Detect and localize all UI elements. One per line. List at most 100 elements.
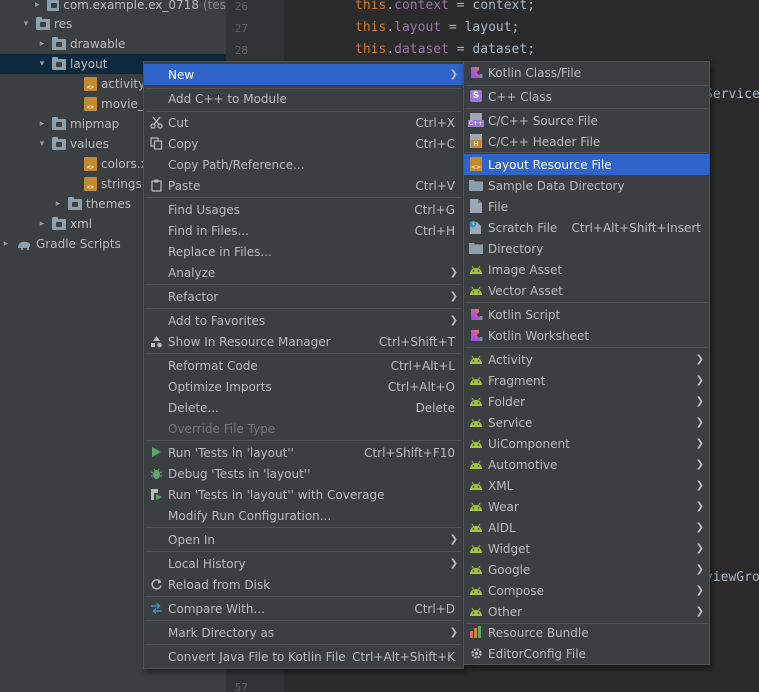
- main_menu-item-add-c-to-module[interactable]: Add C++ to Module: [144, 88, 463, 109]
- sub_menu-item-folder[interactable]: Folder ❯: [464, 391, 709, 412]
- menu-item-label: File: [488, 199, 509, 214]
- main_menu-item-refactor[interactable]: Refactor ❯: [144, 286, 463, 307]
- line-number: 27: [234, 22, 248, 35]
- sub_menu-item-vector-asset[interactable]: Vector Asset: [464, 280, 709, 301]
- sub_menu-item-editorconfig-file[interactable]: EditorConfig File: [464, 643, 709, 664]
- main_menu-item-run-tests-in-layout[interactable]: Run 'Tests in 'layout'' Ctrl+Shift+F10: [144, 442, 463, 463]
- sub_menu-item-c-c-header-file[interactable]: H C/C++ Header File: [464, 131, 709, 152]
- sub_menu-item-other[interactable]: Other ❯: [464, 601, 709, 622]
- sub_menu-item-c-class[interactable]: S C++ Class: [464, 86, 709, 107]
- main_menu-item-run-tests-in-layout-with-coverage[interactable]: Run 'Tests in 'layout'' with Coverage: [144, 484, 463, 505]
- collapsed-arrow-icon[interactable]: ▸: [36, 38, 48, 50]
- sub_menu-item-image-asset[interactable]: Image Asset: [464, 259, 709, 280]
- menu-item-label: Modify Run Configuration...: [168, 508, 332, 523]
- collapsed-arrow-icon[interactable]: ▸: [0, 238, 12, 250]
- menu-item-label: Compose: [488, 583, 545, 598]
- main_menu-item-replace-in-files[interactable]: Replace in Files...: [144, 241, 463, 262]
- sub_menu-item-widget[interactable]: Widget ❯: [464, 538, 709, 559]
- main_menu-item-copy-path-reference[interactable]: Copy Path/Reference...: [144, 154, 463, 175]
- code-fragment-service: Service: [705, 87, 759, 102]
- tree-item-drawable[interactable]: ▸ drawable: [0, 34, 226, 54]
- submenu-arrow-icon: ❯: [695, 543, 704, 554]
- line-number: 28: [234, 44, 248, 57]
- sub_menu-item-kotlin-worksheet[interactable]: Kotlin Worksheet: [464, 325, 709, 346]
- tree-item-com-example-ex-0718[interactable]: ▸ com.example.ex_0718 (tes: [0, 0, 226, 15]
- menu-item-label: Folder: [488, 394, 526, 409]
- resource-bundle-icon: [469, 625, 483, 639]
- sub_menu-item-scratch-file[interactable]: Scratch File Ctrl+Alt+Shift+Insert: [464, 217, 709, 238]
- menu-separator: [465, 347, 708, 348]
- menu-item-label: UiComponent: [488, 436, 570, 451]
- main_menu-item-local-history[interactable]: Local History ❯: [144, 553, 463, 574]
- menu-item-label: Local History: [168, 556, 246, 571]
- submenu-arrow-icon: ❯: [695, 606, 704, 617]
- sub_menu-item-kotlin-script[interactable]: Kotlin Script: [464, 304, 709, 325]
- main_menu-item-optimize-imports[interactable]: Optimize Imports Ctrl+Alt+O: [144, 376, 463, 397]
- main_menu-item-cut[interactable]: Cut Ctrl+X: [144, 112, 463, 133]
- main_menu-item-paste[interactable]: Paste Ctrl+V: [144, 175, 463, 196]
- collapsed-arrow-icon[interactable]: ▸: [32, 0, 43, 11]
- main_menu-item-reformat-code[interactable]: Reformat Code Ctrl+Alt+L: [144, 355, 463, 376]
- sub_menu-item-sample-data-directory[interactable]: Sample Data Directory: [464, 175, 709, 196]
- sub_menu-item-wear[interactable]: Wear ❯: [464, 496, 709, 517]
- menu-item-shortcut: Ctrl+C: [415, 136, 455, 151]
- main_menu-item-open-in[interactable]: Open In ❯: [144, 529, 463, 550]
- main_menu-item-find-in-files[interactable]: Find in Files... Ctrl+H: [144, 220, 463, 241]
- layout-xml-file-icon: <>: [469, 157, 483, 171]
- main_menu-item-show-in-resource-manager[interactable]: Show In Resource Manager Ctrl+Shift+T: [144, 331, 463, 352]
- menu-item-shortcut: Ctrl+Alt+L: [390, 358, 455, 373]
- code-fragment-viewgroup: viewGro: [705, 570, 759, 585]
- collapsed-arrow-icon[interactable]: ▸: [52, 198, 64, 210]
- expanded-arrow-icon[interactable]: ▾: [20, 18, 32, 30]
- sub_menu-item-file[interactable]: File: [464, 196, 709, 217]
- tree-item-res[interactable]: ▾ res: [0, 14, 226, 34]
- folder-icon: [46, 0, 60, 11]
- sub_menu-item-directory[interactable]: Directory: [464, 238, 709, 259]
- submenu-arrow-icon: ❯: [695, 417, 704, 428]
- menu-item-label: Other: [488, 604, 523, 619]
- menu-separator: [145, 551, 462, 552]
- menu-item-label: Kotlin Worksheet: [488, 328, 590, 343]
- main_menu-item-find-usages[interactable]: Find Usages Ctrl+G: [144, 199, 463, 220]
- menu-item-label: Image Asset: [488, 262, 563, 277]
- tree-item-label: movie_i: [101, 97, 148, 111]
- sub_menu-item-google[interactable]: Google ❯: [464, 559, 709, 580]
- sub_menu-item-service[interactable]: Service ❯: [464, 412, 709, 433]
- main_menu-item-analyze[interactable]: Analyze ❯: [144, 262, 463, 283]
- menu-item-label: Reload from Disk: [168, 577, 271, 592]
- line-number: 57: [234, 681, 248, 692]
- main_menu-item-convert-java-file-to-kotlin-file[interactable]: Convert Java File to Kotlin File Ctrl+Alt…: [144, 646, 463, 667]
- sub_menu-item-xml[interactable]: XML ❯: [464, 475, 709, 496]
- sub_menu-item-fragment[interactable]: Fragment ❯: [464, 370, 709, 391]
- main_menu-item-modify-run-configuration[interactable]: Modify Run Configuration...: [144, 505, 463, 526]
- tree-item-label: res: [54, 17, 73, 31]
- android-icon: [469, 352, 483, 366]
- new-submenu: Kotlin Class/File S C++ Class C++ C/C++ Sour…: [463, 61, 710, 665]
- expanded-arrow-icon[interactable]: ▾: [36, 138, 48, 150]
- sub_menu-item-compose[interactable]: Compose ❯: [464, 580, 709, 601]
- collapsed-arrow-icon[interactable]: ▸: [36, 118, 48, 130]
- main_menu-item-reload-from-disk[interactable]: Reload from Disk: [144, 574, 463, 595]
- main_menu-item-mark-directory-as[interactable]: Mark Directory as ❯: [144, 622, 463, 643]
- expanded-arrow-icon[interactable]: ▾: [36, 58, 48, 70]
- main_menu-item-debug-tests-in-layout[interactable]: Debug 'Tests in 'layout'': [144, 463, 463, 484]
- main_menu-item-add-to-favorites[interactable]: Add to Favorites ❯: [144, 310, 463, 331]
- collapsed-arrow-icon[interactable]: ▸: [36, 218, 48, 230]
- compare-arrows-icon: [149, 601, 163, 615]
- sub_menu-item-aidl[interactable]: AIDL ❯: [464, 517, 709, 538]
- main_menu-item-compare-with[interactable]: Compare With... Ctrl+D: [144, 598, 463, 619]
- sub_menu-item-resource-bundle[interactable]: Resource Bundle: [464, 622, 709, 643]
- sub_menu-item-kotlin-class-file[interactable]: Kotlin Class/File: [464, 62, 709, 83]
- folder-icon: [52, 56, 66, 70]
- menu-item-label: Open In: [168, 532, 216, 547]
- sub_menu-item-automotive[interactable]: Automotive ❯: [464, 454, 709, 475]
- sub_menu-item-layout-resource-file[interactable]: <> Layout Resource File: [464, 154, 709, 175]
- main_menu-item-delete[interactable]: Delete... Delete: [144, 397, 463, 418]
- tree-item-label: layout: [70, 57, 108, 71]
- main_menu-item-new[interactable]: New ❯: [144, 64, 463, 85]
- main_menu-item-copy[interactable]: Copy Ctrl+C: [144, 133, 463, 154]
- copy-icon: [149, 136, 163, 150]
- sub_menu-item-activity[interactable]: Activity ❯: [464, 349, 709, 370]
- sub_menu-item-c-c-source-file[interactable]: C++ C/C++ Source File: [464, 110, 709, 131]
- sub_menu-item-uicomponent[interactable]: UiComponent ❯: [464, 433, 709, 454]
